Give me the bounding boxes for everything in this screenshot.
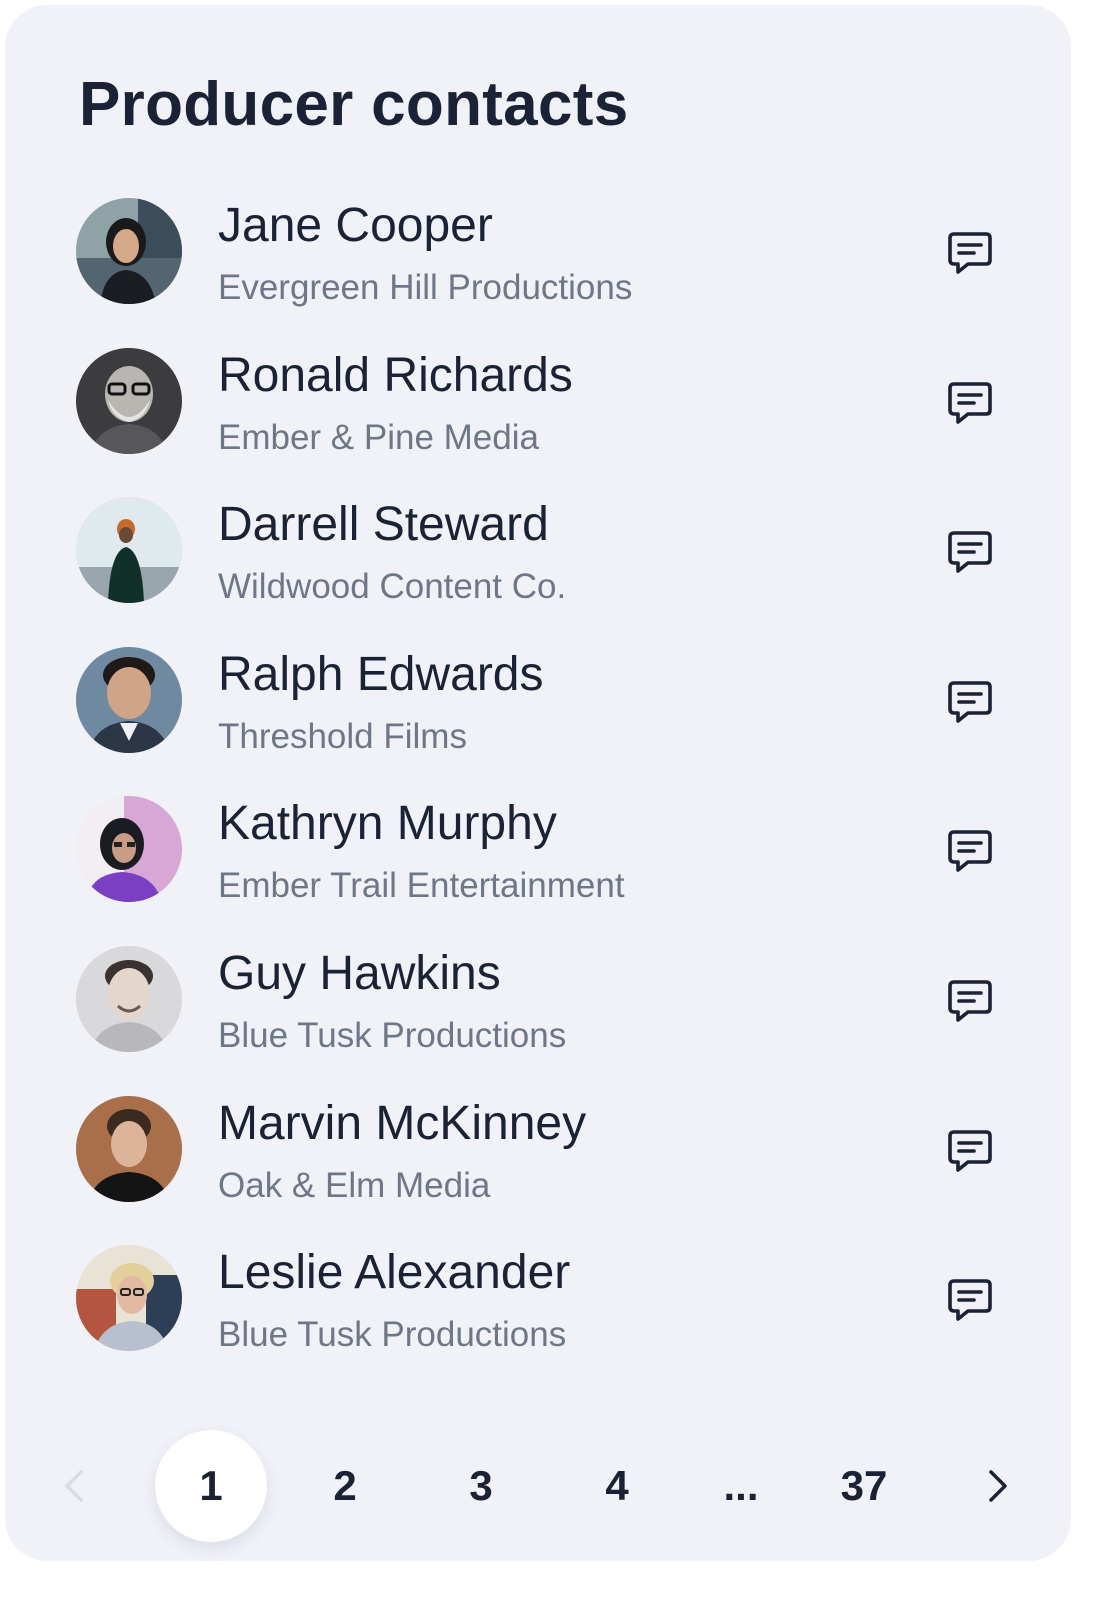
contact-name: Marvin McKinney xyxy=(218,1096,587,1150)
avatar[interactable] xyxy=(76,497,182,604)
pagination-page-4[interactable]: 4 xyxy=(577,1430,657,1542)
message-icon xyxy=(948,830,992,873)
page-title: Producer contacts xyxy=(79,70,629,139)
message-button[interactable] xyxy=(937,224,1003,284)
contact-row: Ralph Edwards Threshold Films xyxy=(5,642,1071,792)
contact-row: Kathryn Murphy Ember Trail Entertainment xyxy=(5,791,1071,941)
contact-row: Marvin McKinney Oak & Elm Media xyxy=(5,1091,1071,1241)
contact-company: Blue Tusk Productions xyxy=(218,1015,567,1055)
message-button[interactable] xyxy=(937,972,1003,1032)
avatar[interactable] xyxy=(76,1245,182,1352)
contact-row: Darrell Steward Wildwood Content Co. xyxy=(5,492,1071,642)
avatar[interactable] xyxy=(76,646,182,753)
contact-list: Jane Cooper Evergreen Hill Productions R… xyxy=(5,193,1071,1390)
message-icon xyxy=(948,980,992,1022)
contact-name: Kathryn Murphy xyxy=(218,797,557,851)
contact-company: Threshold Films xyxy=(218,716,467,756)
avatar[interactable] xyxy=(76,198,182,304)
avatar[interactable] xyxy=(76,945,182,1052)
message-button[interactable] xyxy=(937,523,1003,583)
contact-company: Evergreen Hill Productions xyxy=(218,268,633,307)
pagination-next-button[interactable] xyxy=(977,1430,1017,1542)
message-icon xyxy=(948,1279,992,1321)
contact-company: Oak & Elm Media xyxy=(218,1165,491,1205)
message-button[interactable] xyxy=(937,1122,1003,1182)
message-button[interactable] xyxy=(937,1271,1003,1331)
chevron-left-icon xyxy=(65,1470,83,1502)
pagination-page-37[interactable]: 37 xyxy=(821,1430,907,1542)
contact-row: Ronald Richards Ember & Pine Media xyxy=(5,343,1071,493)
contact-name: Ralph Edwards xyxy=(218,647,544,701)
avatar[interactable] xyxy=(76,347,182,454)
contact-row: Leslie Alexander Blue Tusk Productions xyxy=(5,1240,1071,1390)
contact-name: Guy Hawkins xyxy=(218,946,501,1000)
pagination-ellipsis: ... xyxy=(723,1462,759,1509)
contact-name: Jane Cooper xyxy=(218,199,493,252)
message-icon xyxy=(948,232,992,274)
message-icon xyxy=(948,680,992,723)
message-button[interactable] xyxy=(937,374,1003,434)
pagination-page-2[interactable]: 2 xyxy=(305,1430,385,1542)
pagination-page-1[interactable]: 1 xyxy=(155,1430,267,1542)
message-icon xyxy=(948,1129,992,1172)
message-button[interactable] xyxy=(937,673,1003,733)
pagination-page-3[interactable]: 3 xyxy=(441,1430,521,1542)
chevron-right-icon xyxy=(989,1470,1007,1502)
message-button[interactable] xyxy=(937,822,1003,882)
avatar[interactable] xyxy=(76,796,182,903)
contact-company: Blue Tusk Productions xyxy=(218,1315,567,1355)
contact-name: Leslie Alexander xyxy=(218,1246,571,1300)
contact-company: Ember & Pine Media xyxy=(218,417,539,457)
contacts-card: Producer contacts Jane Cooper Evergreen … xyxy=(5,5,1071,1561)
contact-company: Ember Trail Entertainment xyxy=(218,866,625,906)
contact-company: Wildwood Content Co. xyxy=(218,567,567,607)
avatar[interactable] xyxy=(76,1095,182,1202)
contact-name: Darrell Steward xyxy=(218,498,549,552)
contact-name: Ronald Richards xyxy=(218,348,573,402)
message-icon xyxy=(948,531,992,573)
contact-row: Guy Hawkins Blue Tusk Productions xyxy=(5,941,1071,1091)
pagination-prev-button[interactable] xyxy=(55,1430,95,1542)
pagination: 1 2 3 4 ... 37 xyxy=(5,1430,1071,1542)
contact-row: Jane Cooper Evergreen Hill Productions xyxy=(5,193,1071,343)
message-icon xyxy=(948,381,992,424)
